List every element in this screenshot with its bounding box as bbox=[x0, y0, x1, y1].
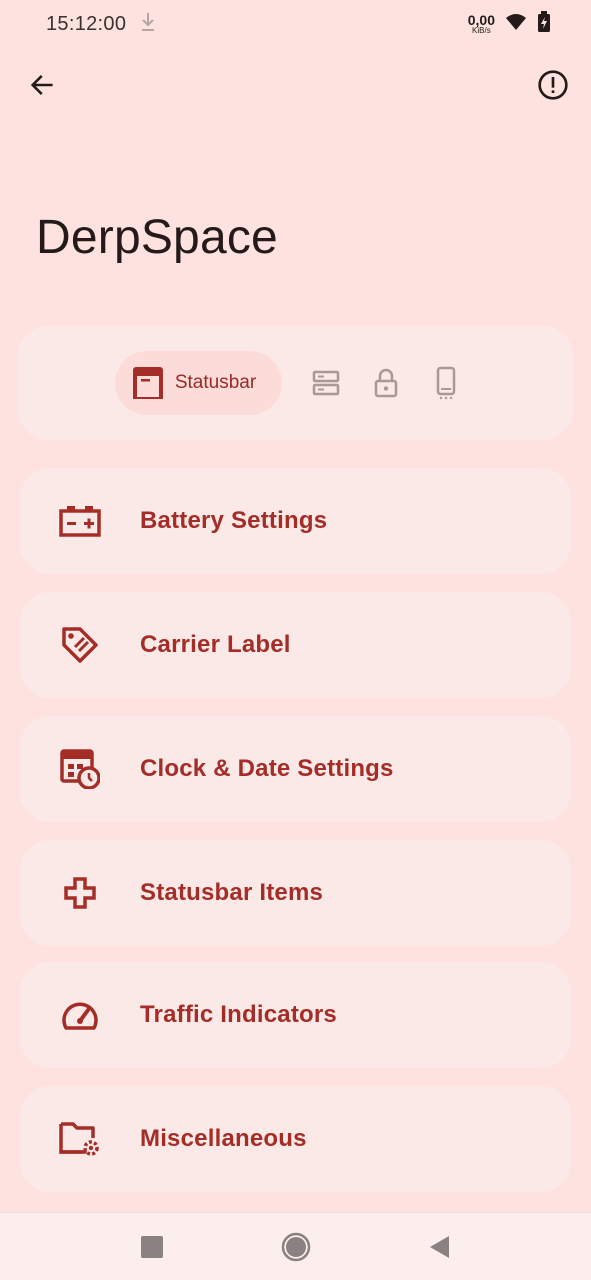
menu-item-label: Battery Settings bbox=[140, 507, 328, 534]
home-button[interactable] bbox=[274, 1225, 318, 1269]
back-nav-button[interactable] bbox=[418, 1225, 462, 1269]
label-tag-icon bbox=[20, 625, 140, 665]
status-bar: 15:12:00 0,00 KiB/s bbox=[0, 0, 591, 48]
top-app-bar bbox=[0, 60, 591, 110]
menu-item-label: Traffic Indicators bbox=[140, 1001, 337, 1028]
calendar-clock-icon bbox=[20, 749, 140, 789]
tab-statusbar-label: Statusbar bbox=[174, 372, 257, 393]
phone-icon bbox=[436, 366, 456, 400]
download-icon bbox=[140, 11, 156, 38]
net-speed-unit: KiB/s bbox=[472, 26, 491, 35]
dns-icon bbox=[312, 370, 340, 396]
speedometer-icon bbox=[20, 999, 140, 1031]
battery-charging-icon bbox=[537, 10, 551, 38]
menu-item-label: Clock & Date Settings bbox=[140, 755, 394, 782]
recents-button[interactable] bbox=[130, 1225, 174, 1269]
wifi-icon bbox=[505, 13, 527, 36]
info-button[interactable] bbox=[533, 65, 573, 105]
menu-item-clock-date[interactable]: Clock & Date Settings bbox=[20, 716, 571, 822]
tab-statusbar[interactable]: Statusbar bbox=[114, 351, 283, 415]
net-speed-value: 0,00 bbox=[467, 12, 495, 28]
status-time: 15:12:00 bbox=[46, 12, 127, 35]
page-title: DerpSpace bbox=[36, 211, 278, 264]
back-button[interactable] bbox=[22, 65, 62, 105]
navigation-bar bbox=[0, 1212, 591, 1280]
menu-item-battery-settings[interactable]: Battery Settings bbox=[20, 468, 571, 574]
menu-item-label: Statusbar Items bbox=[140, 879, 324, 906]
folder-gear-icon bbox=[20, 1120, 140, 1158]
square-icon bbox=[140, 1235, 163, 1258]
menu-item-statusbar-items[interactable]: Statusbar Items bbox=[20, 840, 571, 946]
status-left: 15:12:00 bbox=[46, 11, 156, 38]
net-speed: 0,00 KiB/s bbox=[468, 13, 495, 35]
menu-item-label: Miscellaneous bbox=[140, 1125, 307, 1152]
triangle-back-icon bbox=[429, 1235, 449, 1258]
section-tabs: Statusbar bbox=[18, 326, 573, 440]
tab-quick-settings[interactable] bbox=[296, 351, 356, 415]
battery-plus-icon bbox=[20, 505, 140, 537]
menu-item-carrier-label[interactable]: Carrier Label bbox=[20, 592, 571, 698]
tab-lockscreen[interactable] bbox=[356, 351, 416, 415]
alert-circle-icon bbox=[538, 70, 568, 100]
status-right: 0,00 KiB/s bbox=[468, 10, 551, 38]
menu-item-miscellaneous[interactable]: Miscellaneous bbox=[20, 1086, 571, 1192]
plus-outline-icon bbox=[20, 877, 140, 909]
menu-item-label: Carrier Label bbox=[140, 631, 291, 658]
circle-icon bbox=[281, 1232, 310, 1261]
tab-device[interactable] bbox=[416, 351, 476, 415]
menu-item-traffic-indicators[interactable]: Traffic Indicators bbox=[20, 962, 571, 1068]
statusbar-icon bbox=[132, 367, 163, 399]
arrow-back-icon bbox=[30, 75, 53, 95]
lock-icon bbox=[374, 368, 398, 398]
